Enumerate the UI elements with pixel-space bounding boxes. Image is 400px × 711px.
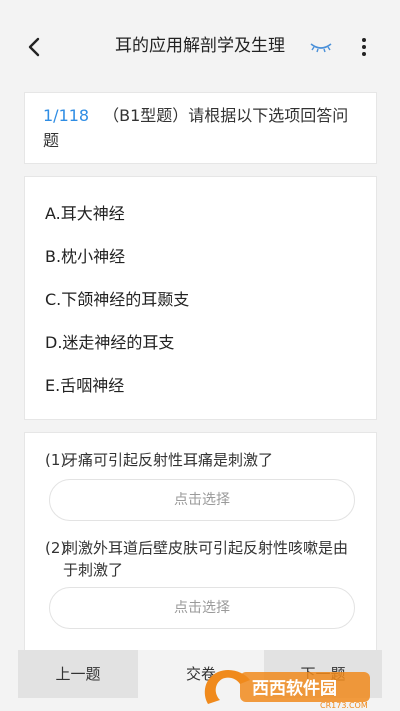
back-arrow-icon — [28, 37, 40, 57]
prev-question-button[interactable]: 上一题 — [18, 650, 138, 698]
watermark-url: CR173.COM — [320, 701, 368, 710]
sub-questions-card: (1)牙痛可引起反射性耳痛是刺激了 点击选择 (2)刺激外耳道后壁皮肤可引起反射… — [24, 432, 377, 658]
question-card: 1/118 （B1型题）请根据以下选项回答问题 — [24, 92, 377, 164]
option-item: E.舌咽神经 — [45, 376, 125, 395]
watermark-logo: 西西软件园 CR173.COM — [204, 669, 370, 710]
options-card: A.耳大神经 B.枕小神经 C.下颌神经的耳颞支 D.迷走神经的耳支 E.舌咽神… — [24, 176, 377, 420]
more-vertical-icon — [362, 38, 366, 56]
sub-question-number: (2) — [45, 539, 67, 557]
app-header: 耳的应用解剖学及生理 — [0, 0, 400, 92]
sub-question: (2)刺激外耳道后壁皮肤可引起反射性咳嗽是由于刺激了 — [45, 537, 365, 581]
eye-toggle-button[interactable] — [308, 36, 334, 58]
back-button[interactable] — [20, 33, 48, 61]
sub-question-text: 牙痛可引起反射性耳痛是刺激了 — [63, 451, 274, 469]
sub-question-text: 刺激外耳道后壁皮肤可引起反射性咳嗽是由于刺激了 — [63, 539, 349, 579]
select-answer-button[interactable]: 点击选择 — [49, 587, 355, 629]
sub-question-number: (1) — [45, 451, 67, 469]
question-number: 1/118 — [43, 106, 90, 125]
option-item: C.下颌神经的耳颞支 — [45, 290, 190, 309]
option-item: D.迷走神经的耳支 — [45, 333, 175, 352]
option-item: A.耳大神经 — [45, 204, 125, 223]
page-title: 耳的应用解剖学及生理 — [115, 36, 285, 56]
select-answer-button[interactable]: 点击选择 — [49, 479, 355, 521]
eye-closed-icon — [310, 43, 332, 53]
sub-question: (1)牙痛可引起反射性耳痛是刺激了 — [45, 449, 365, 471]
option-item: B.枕小神经 — [45, 247, 126, 266]
more-menu-button[interactable] — [352, 34, 376, 60]
watermark-brand: 西西软件园 — [252, 678, 337, 699]
